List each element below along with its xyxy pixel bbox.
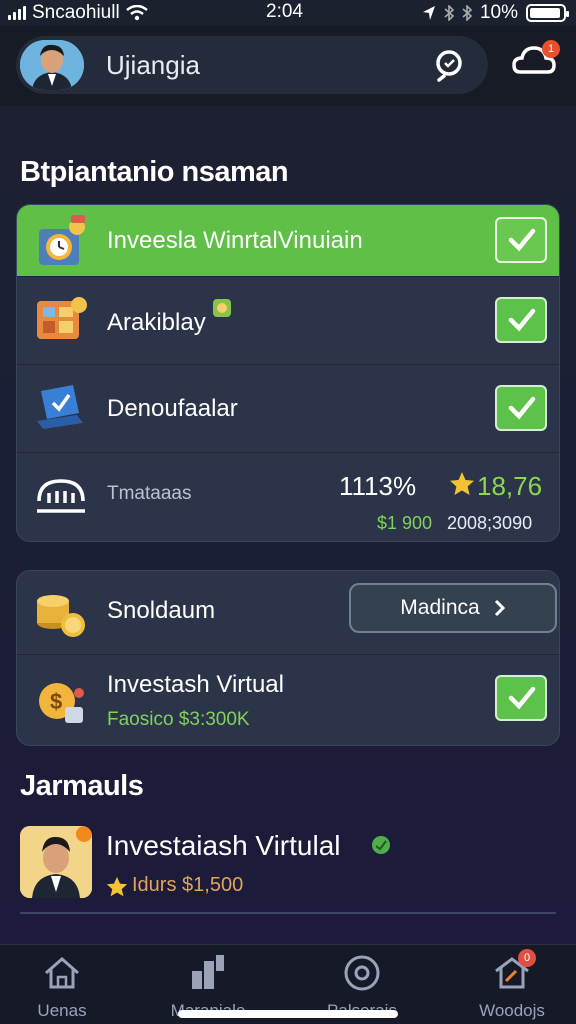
- star-icon: [106, 876, 128, 897]
- profile-item[interactable]: Investaiash Virtulal Idurs $1,500: [0, 820, 576, 920]
- battery-icon: [526, 4, 569, 22]
- investment-checkbox[interactable]: [495, 675, 547, 721]
- home-icon: [42, 953, 82, 993]
- coin-icon: [213, 299, 231, 317]
- profile-name: Investaiash Virtulal: [106, 830, 341, 861]
- stats-percent: 1113%: [339, 471, 417, 501]
- savings-row: Snoldaum Madinca: [17, 571, 559, 655]
- task-label: Denoufaalar: [107, 395, 238, 422]
- task-card: Inveesla WinrtalVinuiain Arakiblay Denou…: [16, 204, 560, 542]
- task-row-3[interactable]: Denoufaalar: [17, 365, 559, 453]
- app-header: Ujiangia 1: [0, 26, 576, 106]
- user-name: Ujiangia: [106, 50, 200, 80]
- profile-photo: [20, 826, 92, 898]
- savings-card: Snoldaum Madinca $ Investash Virtual Fao…: [16, 570, 560, 746]
- investment-subtitle: Faosico $3:300K: [107, 709, 250, 730]
- star-icon: [450, 472, 474, 495]
- investment-title: Investash Virtual: [107, 671, 284, 698]
- profile-meta: Idurs $1,500: [132, 874, 244, 896]
- chevron-right-icon: [494, 599, 505, 617]
- search-bar[interactable]: Ujiangia: [16, 36, 488, 94]
- task-checkbox[interactable]: [495, 297, 547, 343]
- status-bar: Sncaohiull 2:04 10%: [0, 0, 576, 26]
- divider: [20, 912, 556, 914]
- tab-home[interactable]: Uenas: [2, 953, 122, 1021]
- section-title: Btpiantanio nsaman: [20, 156, 289, 188]
- search-icon: [436, 50, 462, 82]
- stats-row: Tmataaas 1113% 18,76 $1 900 2008;3090: [17, 453, 559, 541]
- notification-badge: 1: [542, 40, 560, 58]
- check-icon: [508, 308, 536, 332]
- wifi-icon: [125, 5, 148, 21]
- task-row-1[interactable]: Inveesla WinrtalVinuiain: [17, 205, 559, 277]
- notifications-button[interactable]: 1: [512, 40, 562, 84]
- task-checkbox[interactable]: [495, 217, 547, 263]
- check-icon: [508, 396, 536, 420]
- svg-text:$: $: [50, 689, 62, 714]
- carrier-name: Sncaohiull: [32, 2, 120, 23]
- check-icon: [508, 228, 536, 252]
- savings-action-label: Madinca: [400, 596, 480, 619]
- calculator-icon: [33, 291, 91, 349]
- task-label: Inveesla WinrtalVinuiain: [107, 227, 363, 254]
- status-time: 2:04: [266, 1, 303, 22]
- location-icon: [422, 6, 435, 20]
- bank-icon: [35, 471, 93, 529]
- coins-icon: [33, 583, 91, 641]
- clock-icon: [33, 213, 91, 271]
- avatar[interactable]: [20, 40, 84, 90]
- tab-tools[interactable]: 0 Woodojs: [452, 949, 572, 1021]
- bluetooth-icon-2: [462, 5, 472, 21]
- check-icon: [508, 686, 536, 710]
- investment-row[interactable]: $ Investash Virtual Faosico $3:300K: [17, 655, 559, 745]
- target-icon: [342, 953, 382, 993]
- stats-label: Tmataaas: [107, 483, 192, 504]
- chart-icon: [188, 953, 228, 993]
- home-indicator: [178, 1010, 398, 1018]
- tools-icon: 0: [492, 949, 536, 993]
- savings-action-button[interactable]: Madinca: [349, 583, 557, 633]
- savings-label: Snoldaum: [107, 597, 216, 624]
- bluetooth-icon: [444, 5, 454, 21]
- stats-amount-white: 2008;3090: [447, 513, 533, 533]
- task-checkbox[interactable]: [495, 385, 547, 431]
- task-label: Arakiblay: [107, 309, 206, 336]
- signal-icon: [8, 6, 26, 20]
- tab-badge: 0: [518, 949, 536, 967]
- laptop-icon: [33, 379, 91, 437]
- money-bag-icon: $: [33, 673, 91, 731]
- leaf-icon: [372, 836, 390, 854]
- search-button[interactable]: [432, 48, 466, 82]
- stats-star-value: 18,76: [477, 471, 543, 501]
- section-title: Jarmauls: [20, 770, 144, 802]
- stats-amount-green: $1 900: [377, 513, 433, 533]
- battery-percent: 10%: [479, 2, 518, 23]
- task-row-2[interactable]: Arakiblay: [17, 277, 559, 365]
